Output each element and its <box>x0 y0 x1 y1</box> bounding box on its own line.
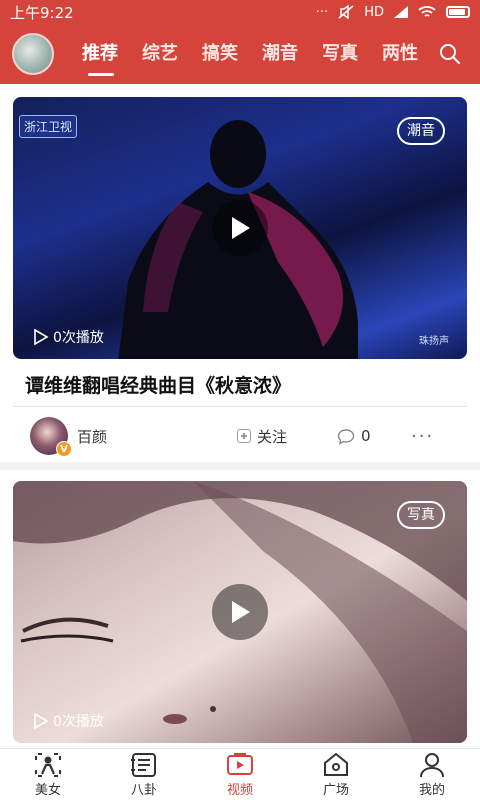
nav-profile[interactable]: 我的 <box>384 749 480 800</box>
plus-icon <box>237 429 251 443</box>
channel-logo: 浙江卫视 <box>19 115 78 138</box>
profile-icon <box>420 752 444 777</box>
wifi-icon <box>418 5 436 17</box>
video-card: 浙江卫视 潮音 0次播放 珠扬声 谭维维翻唱经典曲目《秋意浓》 V 百颜 关注 … <box>0 84 480 462</box>
nav-beauty[interactable]: 美女 <box>0 749 96 800</box>
bottom-navigation: 美女 八卦 视频 广场 我的 <box>0 748 480 800</box>
play-button[interactable] <box>212 200 268 256</box>
follow-label: 关注 <box>257 427 288 446</box>
search-icon <box>440 44 460 64</box>
status-time: 上午9:22 <box>10 3 74 22</box>
video-icon <box>227 752 253 775</box>
author-avatar[interactable]: V <box>30 417 72 457</box>
video-meta-row: V 百颜 关注 0 ··· <box>30 416 460 457</box>
nav-plaza[interactable]: 广场 <box>288 749 384 800</box>
more-dots: ··· <box>315 4 329 20</box>
battery-icon <box>446 6 470 18</box>
tab-relationships[interactable]: 两性 <box>370 24 430 84</box>
nav-label: 八卦 <box>130 782 157 798</box>
play-count: 0次播放 <box>33 711 104 731</box>
play-icon <box>232 601 250 623</box>
verified-badge: V <box>56 441 72 457</box>
status-bar: 上午9:22 ··· HD <box>0 0 480 24</box>
top-app-bar: 推荐 综艺 搞笑 潮音 写真 两性 <box>0 24 480 84</box>
tab-variety[interactable]: 综艺 <box>130 24 190 84</box>
play-outline-icon <box>34 328 49 346</box>
gossip-icon <box>131 752 156 777</box>
author-name[interactable]: 百颜 <box>77 426 227 447</box>
play-count: 0次播放 <box>33 327 104 347</box>
video-card: 写真 0次播放 <box>0 470 480 750</box>
mute-icon <box>338 5 354 19</box>
more-options-button[interactable]: ··· <box>411 426 434 447</box>
beauty-icon <box>35 752 61 777</box>
nav-gossip[interactable]: 八卦 <box>96 749 192 800</box>
tab-music[interactable]: 潮音 <box>250 24 310 84</box>
nav-video[interactable]: 视频 <box>192 749 288 800</box>
watermark: 珠扬声 <box>419 336 449 347</box>
play-outline-icon <box>34 712 49 730</box>
nav-label: 广场 <box>322 782 349 798</box>
home-icon <box>324 752 348 776</box>
comment-icon <box>337 428 355 445</box>
video-thumbnail[interactable]: 写真 0次播放 <box>13 481 467 743</box>
tab-recommend[interactable]: 推荐 <box>70 24 130 84</box>
category-tag[interactable]: 写真 <box>397 501 445 529</box>
nav-label: 视频 <box>226 782 253 798</box>
video-title[interactable]: 谭维维翻唱经典曲目《秋意浓》 <box>25 371 291 398</box>
category-tabs: 推荐 综艺 搞笑 潮音 写真 两性 <box>70 24 430 84</box>
play-count-text: 0次播放 <box>53 330 104 346</box>
nav-label: 美女 <box>34 782 61 798</box>
tab-funny[interactable]: 搞笑 <box>190 24 250 84</box>
signal-label: HD <box>364 4 384 20</box>
comment-button[interactable]: 0 <box>337 427 407 445</box>
video-thumbnail[interactable]: 浙江卫视 潮音 0次播放 珠扬声 <box>13 97 467 359</box>
category-tag[interactable]: 潮音 <box>397 117 445 145</box>
tab-photo[interactable]: 写真 <box>310 24 370 84</box>
play-count-text: 0次播放 <box>53 714 104 730</box>
nav-label: 我的 <box>418 782 445 798</box>
comment-count: 0 <box>361 427 371 445</box>
status-icons: ··· HD <box>316 5 470 20</box>
play-button[interactable] <box>212 584 268 640</box>
divider <box>13 406 467 407</box>
follow-button[interactable]: 关注 <box>237 426 337 447</box>
play-icon <box>232 217 250 239</box>
user-avatar-button[interactable] <box>12 33 54 75</box>
search-button[interactable] <box>430 34 470 74</box>
signal-icon <box>394 6 408 18</box>
